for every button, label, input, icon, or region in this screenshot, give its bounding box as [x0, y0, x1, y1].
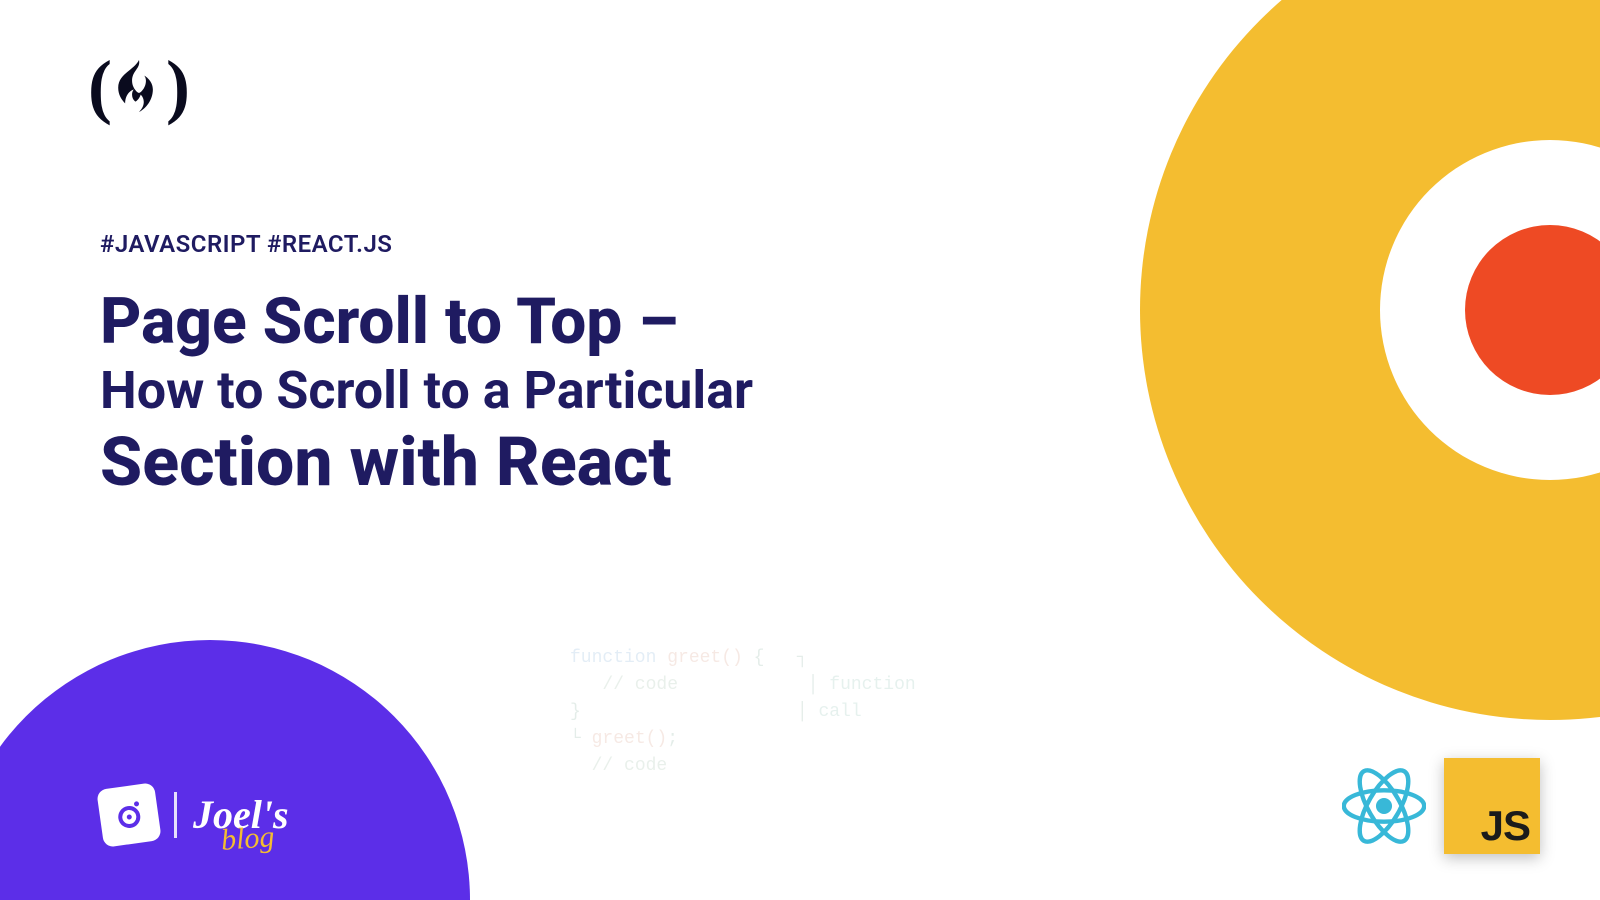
- code-brace: {: [743, 648, 765, 668]
- code-fn: greet(): [667, 648, 743, 668]
- author-brand: Joel's blog: [100, 786, 289, 844]
- javascript-icon: JS: [1444, 758, 1540, 854]
- headline-line-3: Section with React: [100, 424, 960, 500]
- paren-left-icon: (: [88, 50, 112, 122]
- author-brand-sub: blog: [220, 823, 275, 854]
- decorative-donut: [1140, 0, 1600, 720]
- freecodecamp-logo: ( ): [88, 50, 190, 122]
- code-comment: // code: [570, 675, 678, 695]
- code-side-label: function: [829, 675, 915, 695]
- code-watermark: function greet() { ┐ // code │ function …: [570, 645, 916, 780]
- decorative-purple-blob: [0, 640, 470, 900]
- code-kw: function: [570, 648, 667, 668]
- flame-icon: [118, 60, 160, 112]
- code-semi: ;: [667, 729, 678, 749]
- react-icon: [1342, 764, 1426, 848]
- author-brand-mark: [96, 782, 162, 848]
- tech-badges: JS: [1342, 758, 1540, 854]
- headline: Page Scroll to Top – How to Scroll to a …: [100, 286, 960, 500]
- code-call: greet(): [592, 729, 668, 749]
- author-brand-divider: [174, 792, 177, 838]
- javascript-icon-label: JS: [1481, 802, 1530, 850]
- decorative-donut-core: [1465, 225, 1600, 395]
- paren-right-icon: ): [166, 50, 190, 122]
- hero-content: #JAVASCRIPT #REACT.JS Page Scroll to Top…: [100, 230, 960, 500]
- headline-line-2: How to Scroll to a Particular: [100, 362, 960, 420]
- code-comment-2: // code: [592, 756, 668, 776]
- tag-row: #JAVASCRIPT #REACT.JS: [100, 230, 960, 258]
- code-brace-close: }: [570, 702, 581, 722]
- headline-line-1: Page Scroll to Top –: [100, 284, 678, 359]
- author-brand-text: Joel's blog: [193, 797, 289, 833]
- code-side-label-2: call: [818, 702, 861, 722]
